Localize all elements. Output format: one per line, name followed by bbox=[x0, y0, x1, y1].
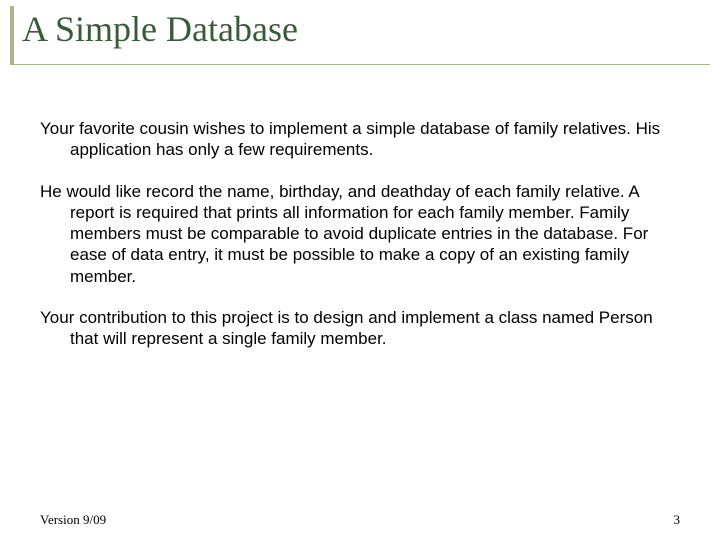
content-area: Your favorite cousin wishes to implement… bbox=[40, 118, 680, 369]
footer-version: Version 9/09 bbox=[40, 512, 106, 528]
title-underline bbox=[10, 64, 710, 65]
paragraph: Your favorite cousin wishes to implement… bbox=[40, 118, 680, 161]
footer: Version 9/09 3 bbox=[40, 512, 680, 528]
paragraph: Your contribution to this project is to … bbox=[40, 307, 680, 350]
footer-page-number: 3 bbox=[674, 512, 681, 528]
paragraph: He would like record the name, birthday,… bbox=[40, 181, 680, 287]
slide-title: A Simple Database bbox=[22, 8, 298, 50]
title-accent-bar bbox=[10, 6, 14, 64]
